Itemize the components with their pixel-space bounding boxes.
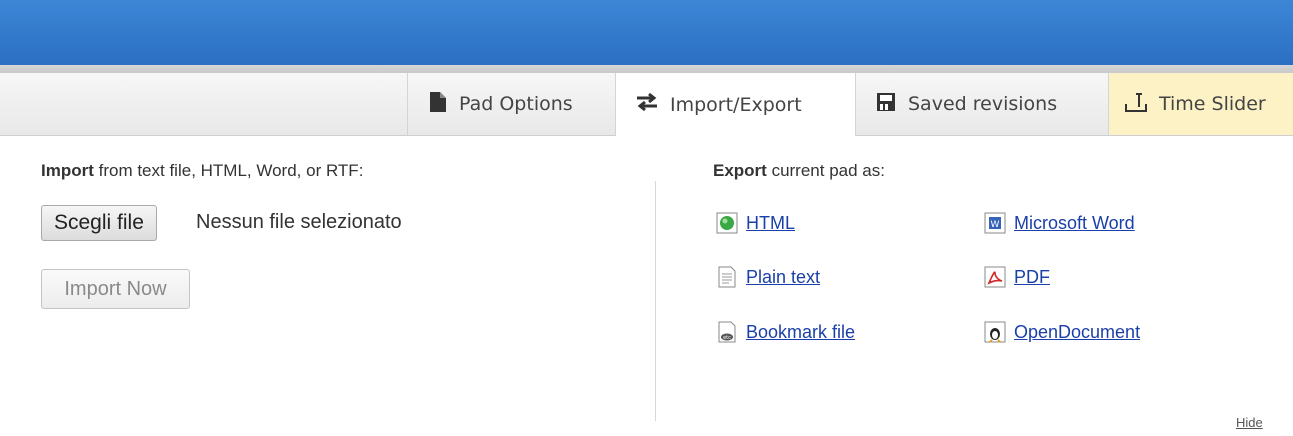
panel-divider [655, 181, 656, 421]
word-icon: W [984, 212, 1006, 234]
tab-import-export[interactable]: Import/Export [615, 73, 855, 136]
export-opendocument-label: OpenDocument [1014, 321, 1141, 342]
tab-pad-options[interactable]: Pad Options [407, 73, 615, 135]
import-export-panel: Import from text file, HTML, Word, or RT… [0, 136, 1293, 436]
export-word-link[interactable]: W Microsoft Word [984, 212, 1135, 234]
toolbar: Pad Options Import/Export Saved revision… [0, 73, 1293, 136]
svg-text:W: W [991, 220, 1000, 230]
export-plain-text-label: Plain text [746, 266, 821, 287]
opendocument-icon [984, 321, 1006, 343]
pdf-icon [984, 266, 1006, 288]
export-pdf-link[interactable]: PDF [984, 266, 1050, 288]
import-now-button[interactable]: Import Now [41, 269, 190, 309]
tab-saved-revisions-label: Saved revisions [908, 93, 1058, 115]
document-icon [429, 91, 447, 118]
import-heading-bold: Import [41, 161, 94, 180]
bookmark-file-icon: etc [716, 321, 738, 343]
export-heading: Export current pad as: [713, 161, 885, 181]
time-slider-icon [1125, 92, 1147, 117]
tab-saved-revisions[interactable]: Saved revisions [855, 73, 1108, 135]
export-bookmark-label: Bookmark file [746, 321, 856, 342]
export-html-link[interactable]: HTML [716, 212, 795, 234]
title-bar-edge [0, 65, 1293, 73]
swap-arrows-icon [636, 92, 658, 117]
choose-file-button[interactable]: Scegli file [41, 205, 157, 241]
export-opendocument-link[interactable]: OpenDocument [984, 321, 1140, 343]
tab-time-slider[interactable]: Time Slider [1108, 73, 1293, 135]
export-pdf-label: PDF [1014, 266, 1050, 287]
export-heading-rest: current pad as: [766, 161, 885, 180]
export-plain-text-link[interactable]: Plain text [716, 266, 820, 288]
export-html-label: HTML [746, 212, 795, 233]
tab-import-export-label: Import/Export [670, 93, 802, 116]
import-heading: Import from text file, HTML, Word, or RT… [41, 161, 363, 181]
export-heading-bold: Export [713, 161, 767, 180]
no-file-selected-text: Nessun file selezionato [196, 211, 402, 233]
hide-link[interactable]: Hide [1236, 415, 1263, 430]
tab-time-slider-label: Time Slider [1159, 93, 1266, 115]
text-file-icon [716, 266, 738, 288]
import-heading-rest: from text file, HTML, Word, or RTF: [93, 161, 364, 180]
save-icon [876, 92, 896, 117]
svg-text:etc: etc [723, 335, 731, 341]
export-bookmark-link[interactable]: etc Bookmark file [716, 321, 855, 343]
html-globe-icon [716, 212, 738, 234]
title-bar [0, 0, 1293, 65]
export-word-label: Microsoft Word [1014, 212, 1135, 233]
tab-pad-options-label: Pad Options [459, 93, 573, 115]
